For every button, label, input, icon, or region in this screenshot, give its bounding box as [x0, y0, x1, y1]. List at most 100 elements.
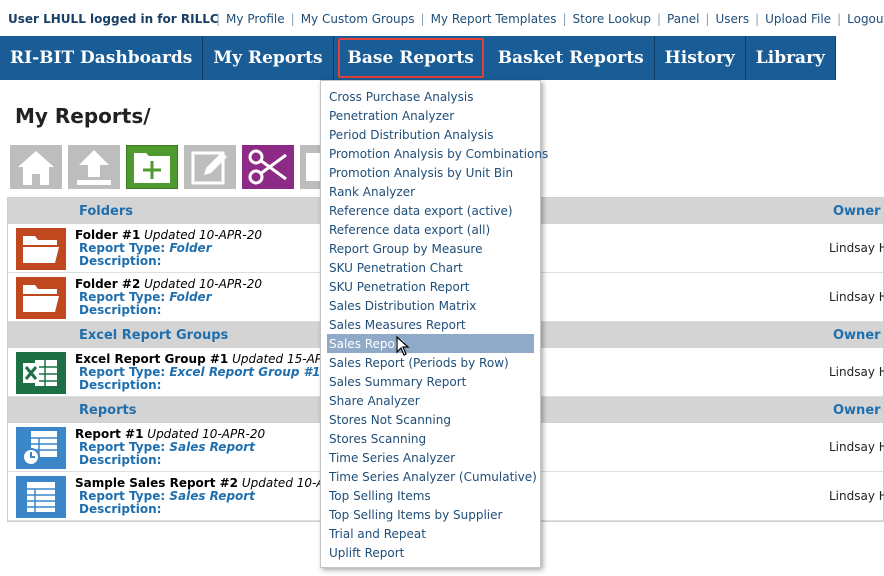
menu-item-time-series-analyzer[interactable]: Time Series Analyzer: [321, 448, 540, 467]
row-title[interactable]: Report #1 Updated 10-APR-20: [75, 427, 265, 441]
copy-icon: [306, 153, 320, 181]
row-title[interactable]: Folder #1 Updated 10-APR-20: [75, 228, 262, 242]
scheduled-report-icon: [16, 427, 66, 469]
report-type-label: Report Type:: [79, 365, 166, 379]
menu-item-reference-data-export-active[interactable]: Reference data export (active): [321, 201, 540, 220]
separator: |: [562, 12, 567, 26]
edit-button[interactable]: [184, 145, 236, 189]
separator: |: [837, 12, 842, 26]
menu-item-trial-and-repeat[interactable]: Trial and Repeat: [321, 524, 540, 543]
toolbar: [10, 145, 320, 189]
menu-item-promotion-analysis-by-unit-bin[interactable]: Promotion Analysis by Unit Bin: [321, 163, 540, 182]
add-folder-icon: [134, 153, 170, 183]
top-links: | My Profile | My Custom Groups | My Rep…: [210, 12, 884, 26]
users-link[interactable]: Users: [715, 12, 749, 26]
item-name[interactable]: Folder #2: [75, 277, 140, 291]
panel-link[interactable]: Panel: [667, 12, 699, 26]
report-type-value: Folder: [169, 290, 212, 304]
report-type-label: Report Type:: [79, 489, 166, 503]
add-folder-button[interactable]: [126, 145, 178, 189]
mouse-cursor-icon: [396, 336, 410, 356]
report-type: Report Type: Excel Report Group #1: [79, 365, 320, 379]
description-label: Description:: [79, 502, 162, 516]
row-title[interactable]: Sample Sales Report #2 Updated 10-APR-: [75, 476, 344, 490]
row-title[interactable]: Excel Report Group #1 Updated 15-APR-2: [75, 352, 342, 366]
section-label: Folders: [79, 204, 134, 219]
menu-item-promotion-analysis-by-combinations[interactable]: Promotion Analysis by Combinations: [321, 144, 548, 163]
top-bar: User LHULL logged in for RILLC | My Prof…: [0, 0, 884, 36]
item-name[interactable]: Excel Report Group #1: [75, 352, 228, 366]
menu-item-top-selling-items[interactable]: Top Selling Items: [321, 486, 540, 505]
report-type: Report Type: Folder: [79, 241, 212, 255]
owner-header[interactable]: Owner: [833, 328, 881, 343]
updated-date: Updated 10-APR-20: [147, 427, 266, 441]
nav-spacer: [835, 36, 884, 80]
description-label: Description:: [79, 254, 162, 268]
edit-icon: [191, 151, 227, 185]
page-title: My Reports/: [15, 104, 151, 128]
report-type-value: Folder: [169, 241, 212, 255]
separator: |: [657, 12, 662, 26]
upload-file-link[interactable]: Upload File: [765, 12, 831, 26]
menu-item-sales-report[interactable]: Sales Report: [327, 334, 534, 353]
separator: |: [755, 12, 760, 26]
menu-item-sales-distribution-matrix[interactable]: Sales Distribution Matrix: [321, 296, 540, 315]
menu-item-sku-penetration-chart[interactable]: SKU Penetration Chart: [321, 258, 540, 277]
separator: |: [420, 12, 425, 26]
item-name[interactable]: Sample Sales Report #2: [75, 476, 238, 490]
excel-icon: [16, 352, 66, 394]
menu-item-reference-data-export-all[interactable]: Reference data export (all): [321, 220, 540, 239]
updated-date: Updated 10-APR-20: [144, 228, 262, 242]
menu-item-report-group-by-measure[interactable]: Report Group by Measure: [321, 239, 540, 258]
logout-link[interactable]: Logout: [847, 12, 884, 26]
menu-item-rank-analyzer[interactable]: Rank Analyzer: [321, 182, 540, 201]
menu-item-share-analyzer[interactable]: Share Analyzer: [321, 391, 540, 410]
section-label: Excel Report Groups: [79, 328, 229, 343]
row-title[interactable]: Folder #2 Updated 10-APR-20: [75, 277, 262, 291]
owner-name: Lindsay Hu: [829, 241, 884, 255]
my-report-templates-link[interactable]: My Report Templates: [431, 12, 557, 26]
menu-item-time-series-analyzer-cumulative[interactable]: Time Series Analyzer (Cumulative): [321, 467, 540, 486]
report-type: Report Type: Sales Report: [79, 440, 255, 454]
cut-button[interactable]: [242, 145, 294, 189]
tab-basket-reports[interactable]: Basket Reports: [488, 36, 655, 80]
report-type-value: Sales Report: [169, 489, 255, 503]
home-button[interactable]: [10, 145, 62, 189]
item-name[interactable]: Folder #1: [75, 228, 140, 242]
main-nav: RI-BIT Dashboards My Reports Base Report…: [0, 36, 884, 80]
tab-library[interactable]: Library: [746, 36, 836, 80]
menu-item-sales-summary-report[interactable]: Sales Summary Report: [321, 372, 540, 391]
menu-item-top-selling-items-by-supplier[interactable]: Top Selling Items by Supplier: [321, 505, 540, 524]
menu-item-sku-penetration-report[interactable]: SKU Penetration Report: [321, 277, 540, 296]
report-type: Report Type: Folder: [79, 290, 212, 304]
copy-button[interactable]: [300, 145, 320, 189]
upload-button[interactable]: [68, 145, 120, 189]
menu-item-sales-measures-report[interactable]: Sales Measures Report: [321, 315, 540, 334]
report-type-value: Excel Report Group #1: [169, 365, 321, 379]
report-type-label: Report Type:: [79, 440, 166, 454]
owner-name: Lindsay Hu: [829, 440, 884, 454]
menu-item-cross-purchase-analysis[interactable]: Cross Purchase Analysis: [321, 87, 540, 106]
menu-item-period-distribution-analysis[interactable]: Period Distribution Analysis: [321, 125, 540, 144]
owner-header[interactable]: Owner: [833, 403, 881, 418]
tab-ri-bit-dashboards[interactable]: RI-BIT Dashboards: [0, 36, 204, 80]
tab-base-reports[interactable]: Base Reports: [337, 38, 484, 78]
tab-my-reports[interactable]: My Reports: [203, 36, 334, 80]
owner-header[interactable]: Owner: [833, 204, 881, 219]
menu-item-penetration-analyzer[interactable]: Penetration Analyzer: [321, 106, 540, 125]
separator: |: [290, 12, 295, 26]
store-lookup-link[interactable]: Store Lookup: [573, 12, 652, 26]
report-type-value: Sales Report: [169, 440, 255, 454]
menu-item-stores-not-scanning[interactable]: Stores Not Scanning: [321, 410, 540, 429]
item-name[interactable]: Report #1: [75, 427, 143, 441]
description-label: Description:: [79, 303, 162, 317]
home-icon: [18, 151, 54, 185]
my-profile-link[interactable]: My Profile: [226, 12, 285, 26]
report-type: Report Type: Sales Report: [79, 489, 255, 503]
menu-item-sales-report-periods-by-row[interactable]: Sales Report (Periods by Row): [321, 353, 540, 372]
tab-history[interactable]: History: [655, 36, 746, 80]
my-custom-groups-link[interactable]: My Custom Groups: [301, 12, 415, 26]
menu-item-uplift-report[interactable]: Uplift Report: [321, 543, 540, 562]
menu-item-stores-scanning[interactable]: Stores Scanning: [321, 429, 540, 448]
report-icon: [16, 476, 66, 518]
